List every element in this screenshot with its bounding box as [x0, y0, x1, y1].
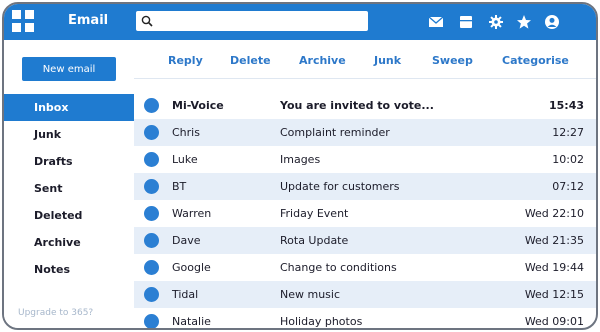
- message-row[interactable]: Warren Friday Event Wed 22:10: [134, 200, 596, 227]
- sidebar-item-junk[interactable]: Junk: [4, 121, 134, 148]
- search-box[interactable]: [136, 11, 368, 31]
- junk-button[interactable]: Junk: [374, 54, 401, 67]
- message-subject: Rota Update: [280, 234, 349, 247]
- envelope-icon[interactable]: [428, 14, 444, 30]
- search-icon: [141, 15, 153, 27]
- message-time: Wed 09:01: [524, 315, 584, 328]
- message-row[interactable]: Chris Complaint reminder 12:27: [134, 119, 596, 146]
- message-sender: Natalie: [172, 315, 211, 328]
- unread-dot-icon: [144, 206, 159, 221]
- grid-logo-icon[interactable]: [12, 10, 34, 32]
- calendar-icon[interactable]: [458, 14, 474, 30]
- message-time: 15:43: [548, 99, 584, 112]
- top-bar: Email: [4, 4, 596, 40]
- message-toolbar: Reply Delete Archive Junk Sweep Categori…: [134, 40, 596, 79]
- unread-dot-icon: [144, 233, 159, 248]
- upgrade-link[interactable]: Upgrade to 365?: [18, 308, 93, 318]
- message-subject: You are invited to vote...: [280, 99, 434, 112]
- message-row[interactable]: Tidal New music Wed 12:15: [134, 281, 596, 308]
- message-time: Wed 22:10: [524, 207, 584, 220]
- app-title: Email: [68, 13, 109, 28]
- unread-dot-icon: [144, 125, 159, 140]
- message-sender: Warren: [172, 207, 212, 220]
- sidebar-item-archive[interactable]: Archive: [4, 229, 134, 256]
- sidebar: New email Inbox Junk Drafts Sent Deleted…: [4, 40, 134, 328]
- message-sender: Chris: [172, 126, 200, 139]
- message-row[interactable]: BT Update for customers 07:12: [134, 173, 596, 200]
- gear-icon[interactable]: [488, 14, 504, 30]
- message-time: 10:02: [552, 153, 584, 166]
- message-subject: Update for customers: [280, 180, 400, 193]
- reply-button[interactable]: Reply: [168, 54, 203, 67]
- app-window: Email New email Inbox Junk Drafts Sent D…: [2, 2, 598, 330]
- message-time: Wed 12:15: [524, 288, 584, 301]
- sidebar-item-inbox[interactable]: Inbox: [4, 94, 134, 121]
- message-subject: Friday Event: [280, 207, 349, 220]
- sidebar-item-notes[interactable]: Notes: [4, 256, 134, 283]
- message-sender: Tidal: [172, 288, 199, 301]
- message-sender: Dave: [172, 234, 201, 247]
- message-row[interactable]: Google Change to conditions Wed 19:44: [134, 254, 596, 281]
- unread-dot-icon: [144, 260, 159, 275]
- message-subject: Holiday photos: [280, 315, 363, 328]
- message-sender: Mi-Voice: [172, 99, 224, 112]
- message-list: Mi-Voice You are invited to vote... 15:4…: [134, 92, 596, 328]
- message-time: 12:27: [552, 126, 584, 139]
- unread-dot-icon: [144, 314, 159, 328]
- message-subject: New music: [280, 288, 341, 301]
- message-sender: Google: [172, 261, 211, 274]
- sidebar-item-drafts[interactable]: Drafts: [4, 148, 134, 175]
- message-row[interactable]: Natalie Holiday photos Wed 09:01: [134, 308, 596, 328]
- unread-dot-icon: [144, 179, 159, 194]
- unread-dot-icon: [144, 98, 159, 113]
- categorise-button[interactable]: Categorise: [502, 54, 569, 67]
- sidebar-item-deleted[interactable]: Deleted: [4, 202, 134, 229]
- folder-list: Inbox Junk Drafts Sent Deleted Archive N…: [4, 94, 134, 283]
- sweep-button[interactable]: Sweep: [432, 54, 473, 67]
- delete-button[interactable]: Delete: [230, 54, 271, 67]
- message-time: Wed 21:35: [524, 234, 584, 247]
- message-subject: Images: [280, 153, 321, 166]
- message-row[interactable]: Mi-Voice You are invited to vote... 15:4…: [134, 92, 596, 119]
- unread-dot-icon: [144, 287, 159, 302]
- star-icon[interactable]: [516, 14, 532, 30]
- message-subject: Change to conditions: [280, 261, 397, 274]
- archive-button[interactable]: Archive: [299, 54, 346, 67]
- message-time: Wed 19:44: [524, 261, 584, 274]
- new-email-button[interactable]: New email: [22, 57, 116, 81]
- message-row[interactable]: Dave Rota Update Wed 21:35: [134, 227, 596, 254]
- message-sender: Luke: [172, 153, 198, 166]
- message-sender: BT: [172, 180, 187, 193]
- search-input[interactable]: [156, 12, 361, 28]
- unread-dot-icon: [144, 152, 159, 167]
- message-row[interactable]: Luke Images 10:02: [134, 146, 596, 173]
- user-icon[interactable]: [544, 14, 560, 30]
- message-subject: Complaint reminder: [280, 126, 390, 139]
- message-time: 07:12: [552, 180, 584, 193]
- sidebar-item-sent[interactable]: Sent: [4, 175, 134, 202]
